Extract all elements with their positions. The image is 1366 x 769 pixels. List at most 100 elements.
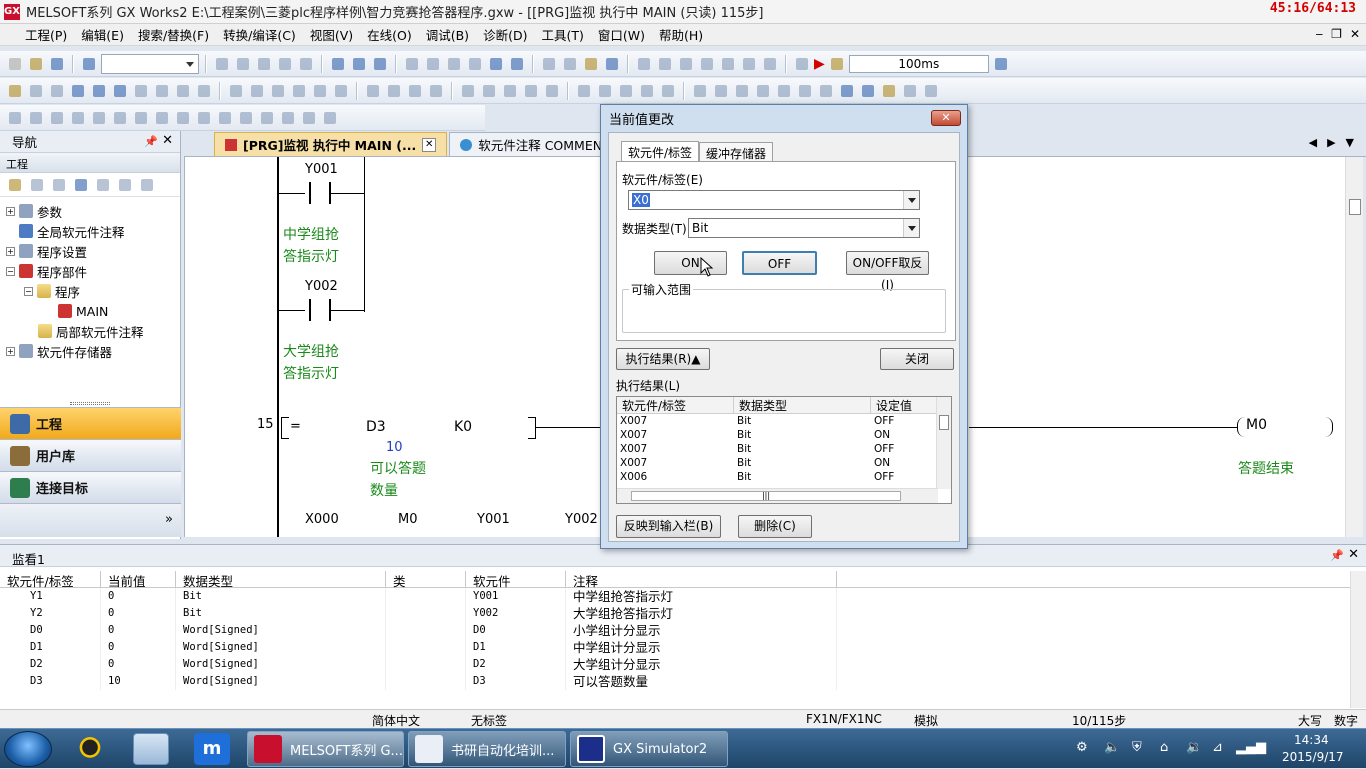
ladder-scrollbar[interactable] — [1345, 157, 1363, 537]
tray-date[interactable]: 2015/9/17 — [1282, 750, 1344, 764]
toggle-button[interactable]: ON/OFF取反(I) — [846, 251, 929, 292]
delete-vline-cf10-icon[interactable] — [427, 82, 445, 100]
device-batch-icon[interactable] — [487, 55, 505, 73]
column-header[interactable]: 注释 — [566, 571, 837, 589]
ladder-delete-icon[interactable] — [656, 55, 674, 73]
scroll-thumb[interactable]: ||| — [631, 491, 901, 501]
menu-help[interactable]: 帮助(H) — [652, 25, 710, 44]
nav-tab-library[interactable]: 用户库 — [0, 439, 181, 471]
dialog-close-icon[interactable]: ✕ — [931, 110, 961, 126]
tree-item-global-comment[interactable]: 全局软元件注释 — [0, 221, 180, 241]
network-icon[interactable] — [838, 82, 856, 100]
close-icon[interactable]: ✕ — [1350, 27, 1360, 41]
tree-item-pou[interactable]: − 程序部件 — [0, 261, 180, 281]
comment-edit-icon[interactable] — [691, 82, 709, 100]
tab-comment[interactable]: 软元件注释 COMMENT — [449, 132, 621, 156]
tray-signal-icon[interactable]: ▂▄▆ — [1236, 740, 1266, 755]
column-header[interactable]: 软元件 — [466, 571, 566, 589]
dropdown-arrow-icon[interactable] — [903, 191, 919, 209]
close-icon[interactable]: ✕ — [162, 133, 173, 148]
tray-time[interactable]: 14:34 — [1294, 733, 1329, 747]
open-contact-f5-icon[interactable] — [227, 82, 245, 100]
app-m-icon[interactable]: m — [194, 733, 230, 765]
column-header[interactable]: 数据类型 — [176, 571, 386, 589]
menu-debug[interactable]: 调试(B) — [419, 25, 476, 44]
new-item-icon[interactable] — [6, 176, 24, 194]
menu-find-replace[interactable]: 搜索/替换(F) — [131, 25, 216, 44]
column-header[interactable]: 数据类型 — [734, 397, 871, 413]
scroll-thumb[interactable] — [1349, 199, 1361, 215]
warning-icon[interactable] — [828, 55, 846, 73]
nav-tab-project[interactable]: 工程 — [0, 407, 181, 439]
result-vscroll[interactable] — [936, 397, 951, 489]
binoculars-icon[interactable] — [195, 82, 213, 100]
open-folder-icon[interactable] — [27, 55, 45, 73]
sfc-grid-icon[interactable] — [258, 109, 276, 127]
compare-operand-k0[interactable]: K0 — [454, 419, 472, 435]
instruction-f8-icon[interactable] — [332, 82, 350, 100]
reflect-button[interactable]: 反映到输入栏(B) — [616, 515, 721, 538]
tray-speaker-icon[interactable]: 🔉 — [1186, 740, 1202, 755]
tree-item-parameter[interactable]: + 参数 — [0, 201, 180, 221]
menu-diagnostics[interactable]: 诊断(D) — [476, 25, 534, 44]
on-button[interactable]: ON — [654, 251, 727, 275]
watch-row[interactable]: D2 0 Word[Signed] D2 大学组计分显示 — [0, 656, 1350, 673]
list-icon[interactable] — [48, 82, 66, 100]
dev-icon-2[interactable] — [90, 82, 108, 100]
magnifier-icon[interactable] — [922, 82, 940, 100]
help-circle-icon[interactable] — [174, 82, 192, 100]
delete-line-cf9-icon[interactable] — [406, 82, 424, 100]
run-icon[interactable]: ▶ — [814, 56, 825, 72]
menu-project[interactable]: 工程(P) — [18, 25, 74, 44]
sfc-jump-icon[interactable] — [48, 109, 66, 127]
hline-f9-icon[interactable] — [364, 82, 382, 100]
sfc-option-icon[interactable] — [300, 109, 318, 127]
tab-prev-icon[interactable]: ◀ — [1309, 136, 1317, 149]
ladder-line-icon[interactable] — [677, 55, 695, 73]
menu-edit[interactable]: 编辑(E) — [74, 25, 131, 44]
result-hscroll[interactable]: ||| — [617, 488, 938, 503]
tab-main-monitor[interactable]: [PRG]监视 执行中 MAIN (... ✕ — [214, 132, 448, 156]
vline-sf9-icon[interactable] — [385, 82, 403, 100]
find-contact-icon[interactable] — [719, 55, 737, 73]
collapse-icon[interactable]: − — [24, 286, 33, 296]
monitor-stop-icon[interactable] — [424, 55, 442, 73]
delete-button[interactable]: 删除(C) — [738, 515, 812, 538]
restore-icon[interactable]: ❐ — [1331, 27, 1342, 41]
datatype-select[interactable]: Bit — [688, 218, 920, 238]
result-toggle-button[interactable]: 执行结果(R)▲ — [616, 348, 710, 370]
falling-edge-sf8-icon[interactable] — [480, 82, 498, 100]
watch-row[interactable]: D3 10 Word[Signed] D3 可以答题数量 — [0, 673, 1350, 690]
settings-icon[interactable] — [859, 82, 877, 100]
statement-edit-icon[interactable] — [712, 82, 730, 100]
rising-edge-sf7-icon[interactable] — [459, 82, 477, 100]
taskbar-simulator[interactable]: GX Simulator2 — [570, 731, 728, 767]
splitter-grip[interactable] — [70, 402, 110, 405]
expand-icon[interactable]: + — [6, 346, 15, 356]
tray-wifi-icon[interactable]: ⊿ — [1212, 740, 1223, 755]
properties-icon[interactable] — [72, 176, 90, 194]
collapse-icon[interactable]: − — [6, 266, 15, 276]
column-header[interactable]: 软元件/标签 — [0, 571, 101, 589]
toolbar-combo[interactable] — [101, 53, 199, 74]
device-list-icon[interactable] — [761, 55, 779, 73]
closed-branch-sf6-icon[interactable] — [290, 82, 308, 100]
sfc-select-icon[interactable] — [153, 109, 171, 127]
start-button[interactable] — [4, 731, 52, 767]
tree-item-main[interactable]: MAIN — [0, 301, 180, 321]
result-row[interactable]: X007 Bit OFF — [617, 442, 951, 456]
contact-y001[interactable] — [309, 182, 331, 204]
cross-ref-icon[interactable] — [740, 55, 758, 73]
menu-online[interactable]: 在线(O) — [360, 25, 419, 44]
tree-item-program[interactable]: − 程序 — [0, 281, 180, 301]
menu-convert-compile[interactable]: 转换/编译(C) — [216, 25, 303, 44]
tab-next-icon[interactable]: ▶ — [1327, 136, 1335, 149]
device-display-icon[interactable] — [754, 82, 772, 100]
verify-plc-icon[interactable] — [371, 55, 389, 73]
find-device-icon[interactable] — [698, 55, 716, 73]
simulation-icon[interactable] — [603, 55, 621, 73]
sfc-search-icon[interactable] — [279, 109, 297, 127]
result-row[interactable]: X007 Bit ON — [617, 428, 951, 442]
caf10-icon[interactable] — [617, 82, 635, 100]
result-row[interactable]: X007 Bit ON — [617, 456, 951, 470]
